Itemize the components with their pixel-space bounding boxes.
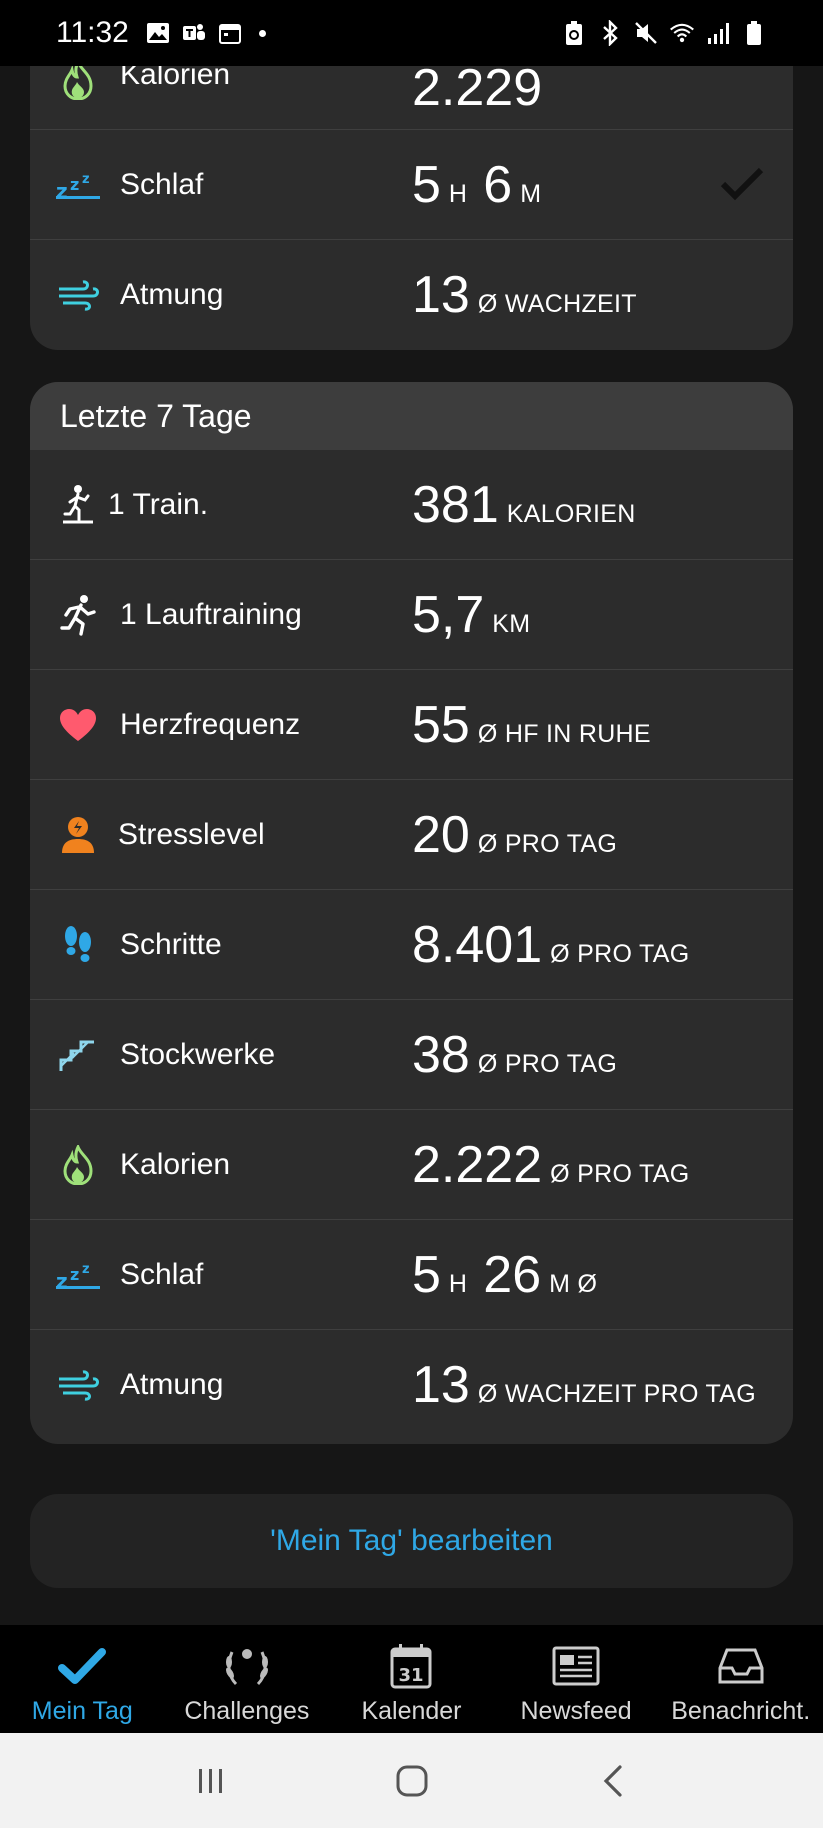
metric-value: 55 Ø HF IN RUHE [412,695,651,754]
list-item[interactable]: 1 Lauftraining 5,7 KM [30,560,793,670]
metric-value: 8.401 Ø PRO TAG [412,915,690,974]
metric-label: Atmung [120,278,224,311]
metric-label: Kalorien [120,1147,231,1181]
sleep-icon: zzz [56,163,100,207]
metric-value: 2.229 [412,59,543,117]
metric-value: 5,7 KM [412,585,531,644]
list-item[interactable]: zzz Schlaf 5 H 6 M [30,130,793,240]
recent-apps-button[interactable] [181,1751,241,1811]
metric-value: 13 Ø WACHZEIT PRO TAG [412,1356,756,1414]
list-item[interactable]: Stockwerke 38 Ø PRO TAG [30,1000,793,1110]
metric-value: 5 H 6 M [412,155,542,214]
list-item[interactable]: Stresslevel 20 Ø PRO TAG [30,780,793,890]
svg-text:31: 31 [399,1665,424,1686]
more-notifications-dot [258,29,266,37]
bottom-navigation: Mein Tag Challenges 31 Kalender Newsfeed… [0,1625,823,1733]
list-item[interactable]: Schritte 8.401 Ø PRO TAG [30,890,793,1000]
metric-label: 1 Train. [108,487,209,521]
metric-label: Herzfrequenz [120,707,301,741]
tab-benachrichtigungen[interactable]: Benachricht. [658,1625,823,1733]
breathing-icon [56,1363,100,1407]
flame-icon [56,1143,100,1187]
metric-value: 381 KALORIEN [412,475,636,534]
tab-challenges[interactable]: Challenges [165,1625,330,1733]
signal-icon [705,21,731,45]
metric-label: Stresslevel [118,817,265,851]
tab-mein-tag[interactable]: Mein Tag [0,1625,165,1733]
metric-label: Atmung [120,1368,224,1401]
tab-newsfeed[interactable]: Newsfeed [494,1625,659,1733]
card-title: Letzte 7 Tage [30,382,793,450]
metric-value: 2.222 Ø PRO TAG [412,1135,690,1194]
metric-value: 20 Ø PRO TAG [412,805,618,864]
calendar-status-icon [217,21,243,45]
svg-text:z: z [70,175,79,194]
system-navigation-bar [0,1733,823,1828]
svg-text:z: z [70,1265,79,1284]
running-icon [56,593,100,637]
bluetooth-icon [597,20,623,46]
wifi-icon [669,21,695,45]
list-item[interactable]: Kalorien 2.222 Ø PRO TAG [30,1110,793,1220]
metric-label: 1 Lauftraining [120,597,302,631]
tab-kalender[interactable]: 31 Kalender [329,1625,494,1733]
battery-icon [741,21,767,45]
heart-icon [56,703,100,747]
list-item[interactable]: Atmung 13 Ø WACHZEIT PRO TAG [30,1330,793,1440]
list-item[interactable]: zzz Schlaf 5 H 26 M Ø [30,1220,793,1330]
footsteps-icon [56,923,100,967]
svg-text:z: z [82,172,90,187]
home-button[interactable] [382,1751,442,1811]
newspaper-icon [551,1641,601,1691]
metric-value: 38 Ø PRO TAG [412,1025,618,1084]
gallery-icon [145,21,171,45]
metric-label: Schritte [120,927,222,961]
back-button[interactable] [583,1751,643,1811]
teams-icon [181,21,207,45]
calendar-icon: 31 [389,1641,433,1691]
inbox-icon [717,1641,765,1691]
laurel-icon [222,1641,272,1691]
svg-text:z: z [82,1262,90,1277]
metric-label: Schlaf [120,1257,204,1291]
checkmark-icon [58,1641,107,1691]
strength-training-icon [56,483,100,527]
status-bar: 11:32 [0,0,823,66]
status-time: 11:32 [56,16,129,49]
breathing-icon [56,273,100,317]
sleep-icon: zzz [56,1253,100,1297]
edit-my-day-button[interactable]: 'Mein Tag' bearbeiten [30,1494,793,1588]
list-item[interactable]: 1 Train. 381 KALORIEN [30,450,793,560]
metric-label: Schlaf [120,167,204,201]
last-7-days-card: Letzte 7 Tage 1 Train. 381 KALORIEN 1 La… [30,382,793,1444]
list-item[interactable]: Atmung 13 Ø WACHZEIT [30,240,793,350]
stairs-icon [56,1033,100,1077]
metric-value: 5 H 26 M Ø [412,1245,598,1304]
mute-icon [633,21,659,45]
stress-icon [56,813,100,857]
battery-saver-icon [561,21,587,45]
metric-value: 13 Ø WACHZEIT [412,266,637,324]
list-item[interactable]: Herzfrequenz 55 Ø HF IN RUHE [30,670,793,780]
metric-label: Stockwerke [120,1037,276,1071]
checkmark-icon [719,166,765,207]
